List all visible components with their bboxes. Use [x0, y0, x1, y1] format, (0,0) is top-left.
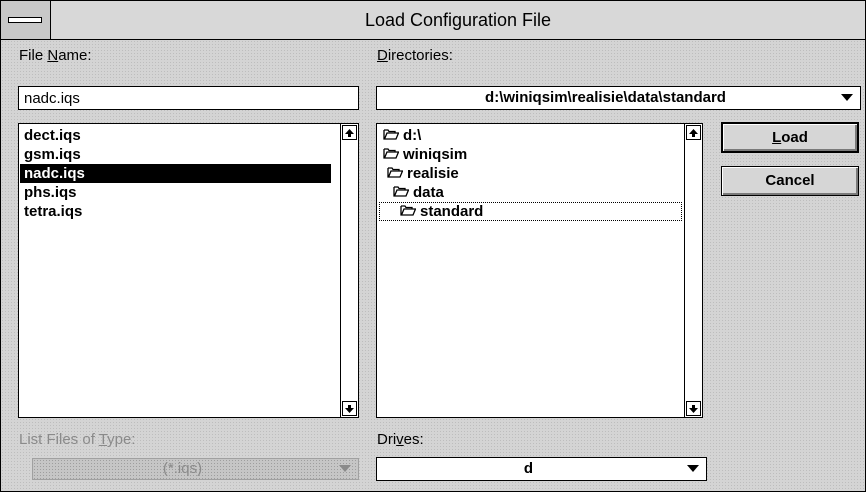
file-name-input[interactable]	[18, 86, 359, 110]
drives-value: d	[523, 460, 534, 477]
open-folder-icon	[393, 183, 410, 202]
open-folder-icon	[383, 126, 400, 145]
load-button[interactable]: Load	[721, 122, 859, 153]
directory-tree-item-label: realisie	[407, 165, 459, 182]
directory-tree-item[interactable]: standard	[379, 202, 682, 221]
drives-label: Drives:	[377, 431, 424, 448]
directory-tree-item[interactable]: realisie	[387, 164, 459, 183]
system-menu-bar-icon	[8, 17, 42, 23]
directories-path-combo[interactable]: d:\winiqsim\realisie\data\standard	[376, 86, 861, 110]
directory-tree-item[interactable]: data	[393, 183, 444, 202]
open-folder-icon	[400, 202, 417, 221]
file-list[interactable]: dect.iqs gsm.iqs nadc.iqs phs.iqs tetra.iqs	[18, 123, 359, 418]
directory-tree-item[interactable]: winiqsim	[383, 145, 467, 164]
file-list-items: dect.iqs gsm.iqs nadc.iqs phs.iqs tetra.iqs	[20, 126, 340, 221]
directories-label: Directories:	[377, 47, 453, 64]
window-title: Load Configuration File	[364, 10, 552, 30]
title-bar: Load Configuration File	[1, 1, 865, 40]
directory-tree-items: d:\ winiqsim realisie data standard	[377, 124, 684, 417]
list-files-of-type-combo: (*.iqs)	[32, 458, 359, 480]
directory-tree-item-label: standard	[420, 203, 484, 220]
directory-tree-item[interactable]: d:\	[383, 126, 421, 145]
file-list-item[interactable]: nadc.iqs	[20, 164, 331, 183]
file-list-item[interactable]: phs.iqs	[20, 183, 340, 202]
dropdown-arrow-icon[interactable]	[680, 458, 706, 480]
scroll-up-arrow-icon[interactable]	[686, 125, 701, 140]
load-configuration-dialog: Load Configuration File File Name: Direc…	[0, 0, 866, 492]
directory-tree-item-label: d:\	[403, 127, 422, 144]
cancel-button[interactable]: Cancel	[721, 166, 859, 196]
dropdown-arrow-icon[interactable]	[834, 87, 860, 109]
file-name-label: File Name:	[19, 47, 92, 64]
dropdown-arrow-icon	[332, 459, 358, 479]
scroll-down-arrow-icon[interactable]	[342, 401, 357, 416]
system-menu-button[interactable]	[1, 1, 51, 39]
directory-tree-scrollbar[interactable]	[684, 124, 702, 417]
scroll-down-arrow-icon[interactable]	[686, 401, 701, 416]
scroll-up-arrow-icon[interactable]	[342, 125, 357, 140]
file-list-item[interactable]: dect.iqs	[20, 126, 340, 145]
directory-tree-item-label: winiqsim	[403, 146, 468, 163]
directory-tree-item-label: data	[413, 184, 444, 201]
open-folder-icon	[383, 145, 400, 164]
list-files-of-type-label: List Files of Type:	[19, 431, 136, 448]
file-list-scrollbar[interactable]	[340, 124, 358, 417]
directories-path-value: d:\winiqsim\realisie\data\standard	[485, 89, 726, 106]
file-list-item[interactable]: gsm.iqs	[20, 145, 340, 164]
list-files-of-type-value: (*.iqs)	[162, 460, 203, 477]
file-list-item[interactable]: tetra.iqs	[20, 202, 340, 221]
open-folder-icon	[387, 164, 404, 183]
directory-tree[interactable]: d:\ winiqsim realisie data standard	[376, 123, 703, 418]
drives-combo[interactable]: d	[376, 457, 707, 481]
